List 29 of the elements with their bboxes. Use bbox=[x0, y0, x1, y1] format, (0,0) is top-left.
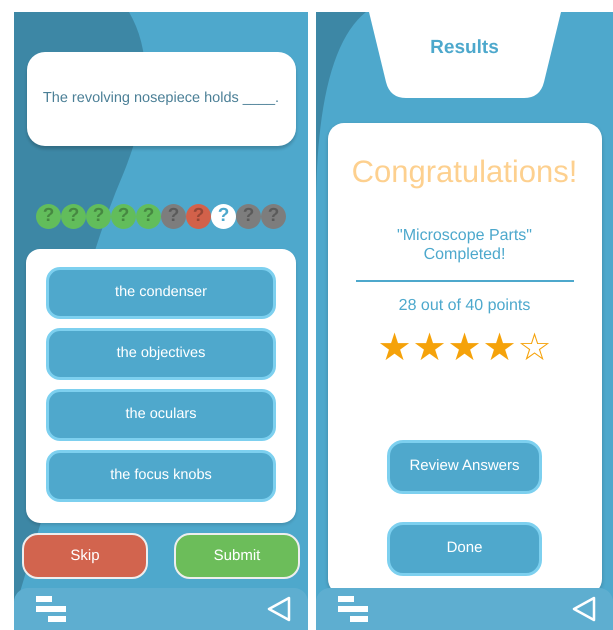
progress-dot: ? bbox=[211, 204, 236, 229]
progress-dot: ? bbox=[111, 204, 136, 229]
score-text: 28 out of 40 points bbox=[398, 296, 530, 316]
filled-star-icon: ★ bbox=[482, 326, 517, 370]
progress-dot: ? bbox=[261, 204, 286, 229]
screen-title: Results bbox=[430, 36, 499, 60]
answer-button[interactable]: the condenser bbox=[46, 267, 276, 319]
progress-dot: ? bbox=[161, 204, 186, 229]
progress-dot: ? bbox=[186, 204, 211, 229]
progress-dot: ? bbox=[236, 204, 261, 229]
quiz-name: "Microscope Parts" Completed! bbox=[396, 226, 533, 264]
review-button[interactable]: Review Answers bbox=[387, 440, 542, 494]
answer-button[interactable]: the oculars bbox=[46, 389, 276, 441]
submit-button[interactable]: Submit bbox=[174, 533, 300, 579]
menu-icon[interactable] bbox=[36, 594, 66, 624]
congratulations-heading: Congratulations! bbox=[352, 153, 578, 191]
progress-dot: ? bbox=[136, 204, 161, 229]
back-icon[interactable] bbox=[571, 596, 597, 622]
filled-star-icon: ★ bbox=[377, 326, 412, 370]
filled-star-icon: ★ bbox=[412, 326, 447, 370]
menu-icon[interactable] bbox=[338, 594, 368, 624]
back-icon[interactable] bbox=[266, 596, 292, 622]
done-button[interactable]: Done bbox=[387, 522, 542, 576]
answer-button[interactable]: the focus knobs bbox=[46, 450, 276, 502]
filled-star-icon: ★ bbox=[447, 326, 482, 370]
empty-star-icon: ☆ bbox=[517, 326, 552, 370]
skip-button[interactable]: Skip bbox=[22, 533, 148, 579]
question-card: The revolving nosepiece holds ____. bbox=[26, 52, 296, 146]
answer-button[interactable]: the objectives bbox=[46, 328, 276, 380]
